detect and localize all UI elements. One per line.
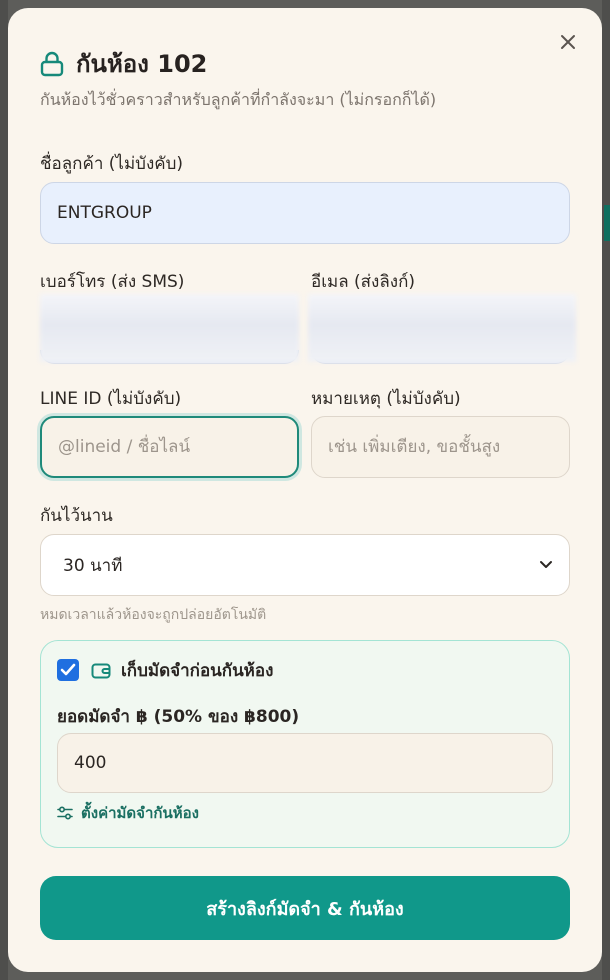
check-icon bbox=[60, 663, 76, 676]
create-deposit-link-button[interactable]: สร้างลิงก์มัดจำ & กันห้อง bbox=[40, 876, 570, 940]
modal-header: กันห้อง 102 bbox=[40, 44, 207, 83]
deposit-section: เก็บมัดจำก่อนกันห้อง ยอดมัดจำ ฿ (50% ของ… bbox=[40, 640, 570, 848]
duration-hint: หมดเวลาแล้วห้องจะถูกปล่อยอัตโนมัติ bbox=[40, 607, 267, 623]
deposit-header: เก็บมัดจำก่อนกันห้อง bbox=[91, 657, 273, 684]
modal-subtitle: กันห้องไว้ชั่วคราวสำหรับลูกค้าที่กำลังจะ… bbox=[40, 90, 437, 109]
hold-room-modal: กันห้อง 102 กันห้องไว้ชั่วคราวสำหรับลูกค… bbox=[8, 8, 602, 972]
deposit-amount-input[interactable] bbox=[57, 733, 553, 793]
deposit-settings-link[interactable]: ตั้งค่ามัดจำกันห้อง bbox=[57, 801, 199, 825]
duration-selected-value: 30 นาที bbox=[63, 555, 123, 576]
phone-label: เบอร์โทร (ส่ง SMS) bbox=[40, 272, 185, 292]
deposit-settings-label: ตั้งค่ามัดจำกันห้อง bbox=[81, 804, 199, 822]
background-accent bbox=[604, 205, 610, 241]
duration-select[interactable]: 30 นาที bbox=[40, 534, 570, 596]
customer-name-label: ชื่อลูกค้า (ไม่บังคับ) bbox=[40, 154, 184, 174]
phone-input[interactable] bbox=[40, 294, 299, 362]
duration-label: กันไว้นาน bbox=[40, 506, 113, 526]
chevron-down-icon bbox=[540, 561, 552, 568]
line-id-label: LINE ID (ไม่บังคับ) bbox=[40, 389, 182, 409]
line-id-input[interactable] bbox=[40, 416, 299, 478]
note-label: หมายเหตุ (ไม่บังคับ) bbox=[311, 389, 461, 409]
deposit-title: เก็บมัดจำก่อนกันห้อง bbox=[121, 661, 274, 681]
background-page-left bbox=[0, 0, 8, 980]
wallet-icon bbox=[91, 663, 111, 678]
close-button[interactable] bbox=[556, 30, 580, 54]
modal-title: กันห้อง 102 bbox=[76, 50, 208, 78]
email-input[interactable] bbox=[308, 294, 576, 362]
email-label: อีเมล (ส่งลิงก์) bbox=[311, 272, 416, 292]
customer-name-input[interactable] bbox=[40, 182, 570, 244]
lock-icon bbox=[40, 51, 64, 76]
deposit-amount-label: ยอดมัดจำ ฿ (50% ของ ฿800) bbox=[57, 707, 300, 727]
deposit-checkbox[interactable] bbox=[57, 659, 79, 681]
sliders-icon bbox=[57, 806, 73, 820]
note-input[interactable] bbox=[311, 416, 570, 478]
background-page-right bbox=[602, 0, 610, 980]
close-icon bbox=[561, 35, 575, 49]
